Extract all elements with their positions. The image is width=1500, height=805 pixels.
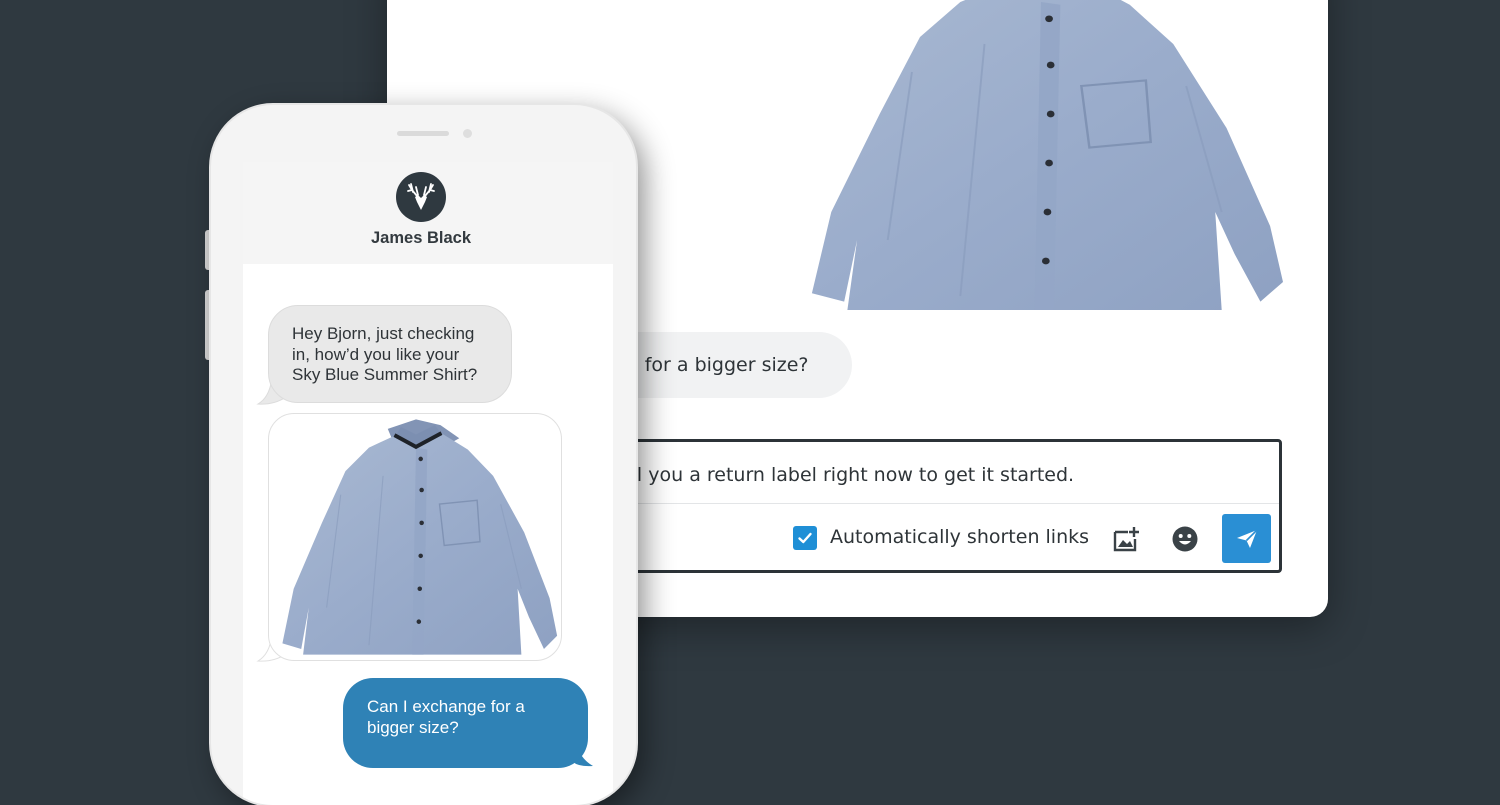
contact-name: James Black [371, 229, 471, 247]
shirt-photo [810, 0, 1283, 310]
phone-screen: James Black Hey Bjorn, just checking in,… [243, 162, 613, 805]
phone-camera [463, 129, 472, 138]
shirt-photo [281, 418, 558, 656]
message-line: in, how’d you like your [292, 344, 460, 364]
emoji-icon [1172, 526, 1198, 552]
message-line: Sky Blue Summer Shirt? [292, 365, 478, 384]
emoji-button[interactable] [1169, 523, 1201, 555]
message-line: Hey Bjorn, just checking [292, 324, 475, 343]
send-button[interactable] [1222, 514, 1271, 563]
message-line: bigger size? [367, 718, 459, 737]
shorten-links-checkbox[interactable] [793, 526, 817, 550]
incoming-message-text: e for a bigger size? [627, 354, 809, 376]
send-icon [1236, 528, 1258, 548]
composer-divider [600, 503, 1279, 504]
avatar[interactable] [396, 172, 446, 222]
deer-antlers-icon [407, 183, 435, 210]
incoming-message-bubble: Hey Bjorn, just checking in, how’d you l… [268, 305, 512, 403]
conversation-header: James Black [243, 162, 613, 264]
add-image-button[interactable] [1110, 523, 1142, 555]
shorten-links-label: Automatically shorten links [830, 526, 1090, 548]
outgoing-message-bubble: Can I exchange for a bigger size? [343, 678, 588, 768]
composer-input[interactable]: ail you a return label right now to get … [620, 464, 1074, 486]
message-line: Can I exchange for a [367, 697, 525, 716]
add-image-icon [1113, 527, 1139, 552]
image-message-bubble[interactable] [268, 413, 562, 661]
message-composer[interactable]: ail you a return label right now to get … [597, 439, 1282, 573]
phone-speaker [397, 131, 449, 136]
phone-mockup: James Black Hey Bjorn, just checking in,… [211, 105, 636, 805]
checkmark-icon [798, 532, 812, 544]
